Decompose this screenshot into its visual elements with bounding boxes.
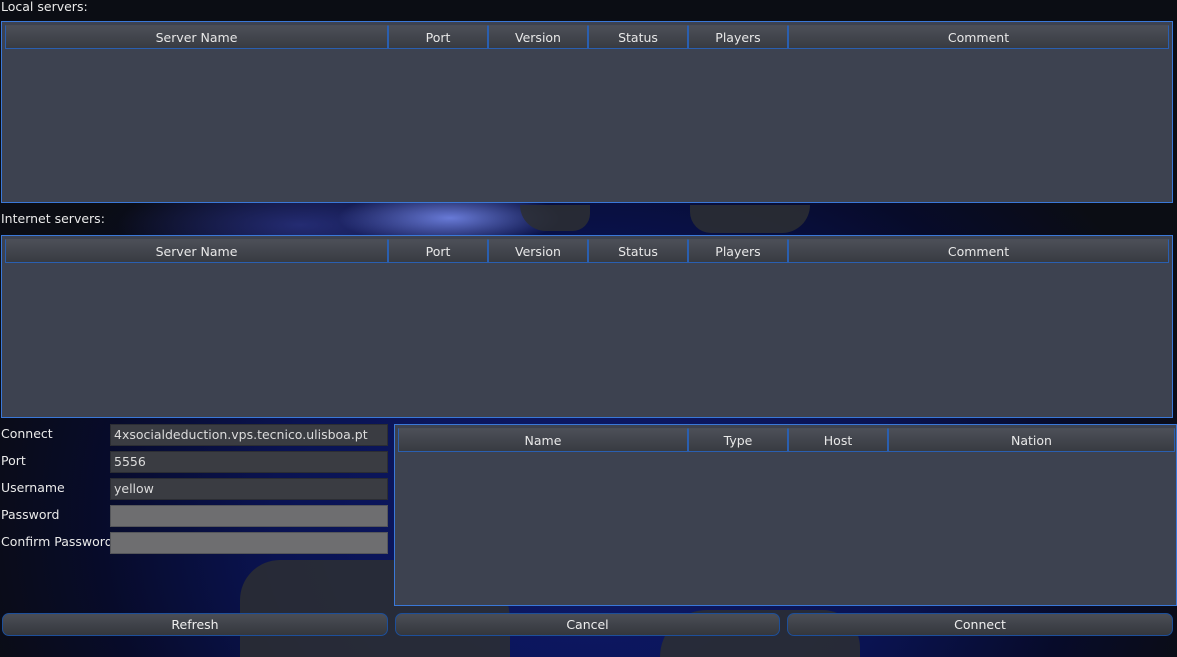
cancel-button[interactable]: Cancel [395,613,780,636]
confirm-password-input[interactable] [110,532,388,554]
column-header-comment[interactable]: Comment [788,239,1169,263]
connect-label: Connect [1,426,53,441]
column-header-type[interactable]: Type [688,428,788,452]
username-input[interactable]: yellow [110,478,388,500]
column-header-players[interactable]: Players [688,25,788,49]
column-header-server-name[interactable]: Server Name [5,25,388,49]
port-input[interactable]: 5556 [110,451,388,473]
column-header-port[interactable]: Port [388,239,488,263]
local-servers-label: Local servers: [1,0,88,14]
password-label: Password [1,507,60,522]
port-label: Port [1,453,26,468]
connect-address-input[interactable]: 4xsocialdeduction.vps.tecnico.ulisboa.pt [110,424,388,446]
column-header-version[interactable]: Version [488,239,588,263]
refresh-button[interactable]: Refresh [2,613,388,636]
column-header-players[interactable]: Players [688,239,788,263]
column-header-status[interactable]: Status [588,239,688,263]
internet-servers-header: Server Name Port Version Status Players … [5,239,1169,263]
column-header-status[interactable]: Status [588,25,688,49]
internet-servers-label: Internet servers: [1,211,105,226]
local-servers-header: Server Name Port Version Status Players … [5,25,1169,49]
column-header-port[interactable]: Port [388,25,488,49]
column-header-host[interactable]: Host [788,428,888,452]
password-input[interactable] [110,505,388,527]
column-header-comment[interactable]: Comment [788,25,1169,49]
connect-button[interactable]: Connect [787,613,1173,636]
players-header: Name Type Host Nation [398,428,1175,452]
confirm-password-label: Confirm Password [1,534,113,549]
column-header-nation[interactable]: Nation [888,428,1175,452]
local-servers-table[interactable]: Server Name Port Version Status Players … [1,21,1173,203]
column-header-name[interactable]: Name [398,428,688,452]
column-header-version[interactable]: Version [488,25,588,49]
internet-servers-table[interactable]: Server Name Port Version Status Players … [1,235,1173,418]
players-table[interactable]: Name Type Host Nation [394,424,1177,606]
column-header-server-name[interactable]: Server Name [5,239,388,263]
background-landmass [690,205,810,233]
username-label: Username [1,480,65,495]
